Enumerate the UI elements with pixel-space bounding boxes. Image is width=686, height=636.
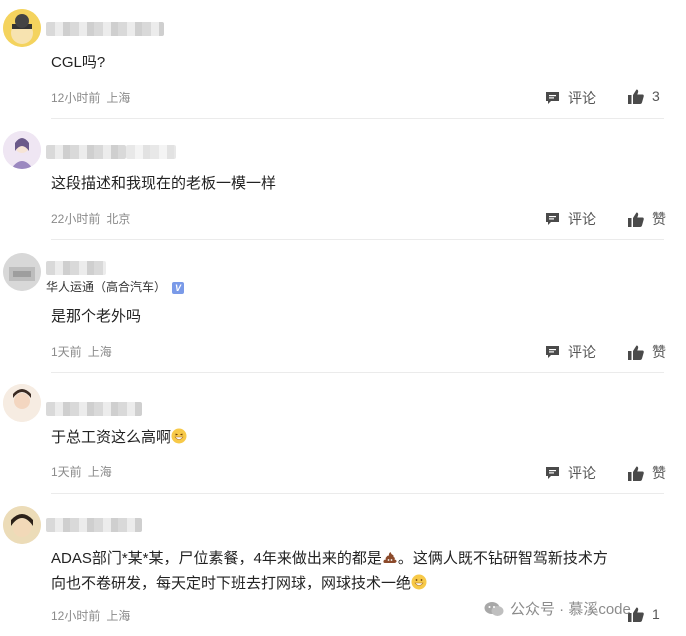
comment-icon: [546, 213, 559, 225]
like-button[interactable]: 1: [628, 606, 660, 622]
username[interactable]: [46, 22, 164, 36]
comment-location: 上海: [87, 345, 112, 359]
watermark-text: 公众号 · 慕溪code: [510, 601, 631, 618]
comment-icon: [546, 467, 559, 479]
avatar[interactable]: [3, 384, 41, 422]
avatar[interactable]: [3, 506, 41, 544]
grin-emoji: [171, 428, 187, 444]
thumbs-up-icon: [628, 345, 644, 360]
reply-button[interactable]: 评论: [545, 209, 596, 229]
comment-meta: 12小时前 上海: [51, 607, 130, 624]
thumbs-up-icon: [628, 212, 644, 227]
comment-meta: 22小时前 北京: [51, 210, 130, 227]
divider: [51, 118, 664, 119]
comment-icon: [546, 346, 559, 358]
avatar[interactable]: [3, 131, 41, 169]
comment-location: 上海: [106, 609, 131, 623]
divider: [51, 239, 664, 240]
like-button[interactable]: 3: [628, 88, 660, 104]
divider: [51, 493, 664, 494]
reply-button[interactable]: 评论: [545, 342, 596, 362]
divider: [51, 372, 664, 373]
grin-emoji: [411, 574, 427, 590]
verified-badge-icon: V: [172, 281, 185, 294]
reply-button[interactable]: 评论: [545, 88, 596, 108]
username[interactable]: [46, 145, 126, 159]
poop-emoji: [383, 552, 397, 563]
comment-text: 是那个老外吗: [51, 308, 142, 325]
comment-text: 这段描述和我现在的老板一模一样: [51, 175, 277, 192]
comment-time: 1天前: [51, 465, 82, 479]
watermark: 公众号 · 慕溪code: [484, 598, 631, 619]
comment-text: 于总工资这么高啊: [51, 425, 187, 450]
like-count: 1: [652, 606, 660, 622]
comment-location: 北京: [106, 212, 131, 226]
comment-meta: 1天前 上海: [51, 343, 112, 360]
comment-icon: [546, 92, 559, 104]
like-label: 赞: [652, 465, 666, 481]
like-button[interactable]: 赞: [628, 342, 666, 362]
verified-company: 华人运通（高合汽车） V: [46, 278, 185, 295]
like-label: 赞: [652, 344, 666, 360]
like-button[interactable]: 赞: [628, 209, 666, 229]
like-label: 赞: [652, 211, 666, 227]
comment-text: CGL吗?: [51, 54, 106, 71]
wechat-icon: [484, 601, 504, 616]
reply-button[interactable]: 评论: [545, 463, 596, 483]
thumbs-up-icon: [628, 466, 644, 481]
comment-time: 12小时前: [51, 91, 101, 105]
like-count: 3: [652, 88, 660, 104]
comment-location: 上海: [87, 465, 112, 479]
username[interactable]: [46, 518, 142, 532]
comment-time: 22小时前: [51, 212, 101, 226]
comment-time: 1天前: [51, 345, 82, 359]
username[interactable]: [46, 261, 106, 275]
reply-label: 评论: [568, 90, 596, 106]
comment-text-line1: ADAS部门*某*某，尸位素餐，4年来做出来的都是: [51, 550, 382, 567]
reply-label: 评论: [568, 344, 596, 360]
reply-label: 评论: [568, 211, 596, 227]
username[interactable]: [46, 402, 142, 416]
company-name: 华人运通（高合汽车）: [46, 280, 167, 294]
comment-meta: 12小时前 上海: [51, 89, 130, 106]
comment-location: 上海: [106, 91, 131, 105]
comment-text-line2: 向也不卷研发，每天定时下班去打网球，网球技术一绝: [51, 575, 412, 592]
comment-meta: 1天前 上海: [51, 463, 112, 480]
comment-text-line1b: 。这俩人既不钻研智驾新技术方: [397, 550, 608, 567]
comment-text-body: 于总工资这么高啊: [51, 429, 172, 446]
avatar[interactable]: [3, 253, 41, 291]
avatar[interactable]: [3, 9, 41, 47]
comment-text: ADAS部门*某*某，尸位素餐，4年来做出来的都是 。这俩人既不钻研智驾新技术方 …: [51, 546, 661, 596]
reply-label: 评论: [568, 465, 596, 481]
like-button[interactable]: 赞: [628, 463, 666, 483]
comment-time: 12小时前: [51, 609, 101, 623]
thumbs-up-icon: [628, 89, 644, 104]
username-blur: [126, 145, 176, 159]
